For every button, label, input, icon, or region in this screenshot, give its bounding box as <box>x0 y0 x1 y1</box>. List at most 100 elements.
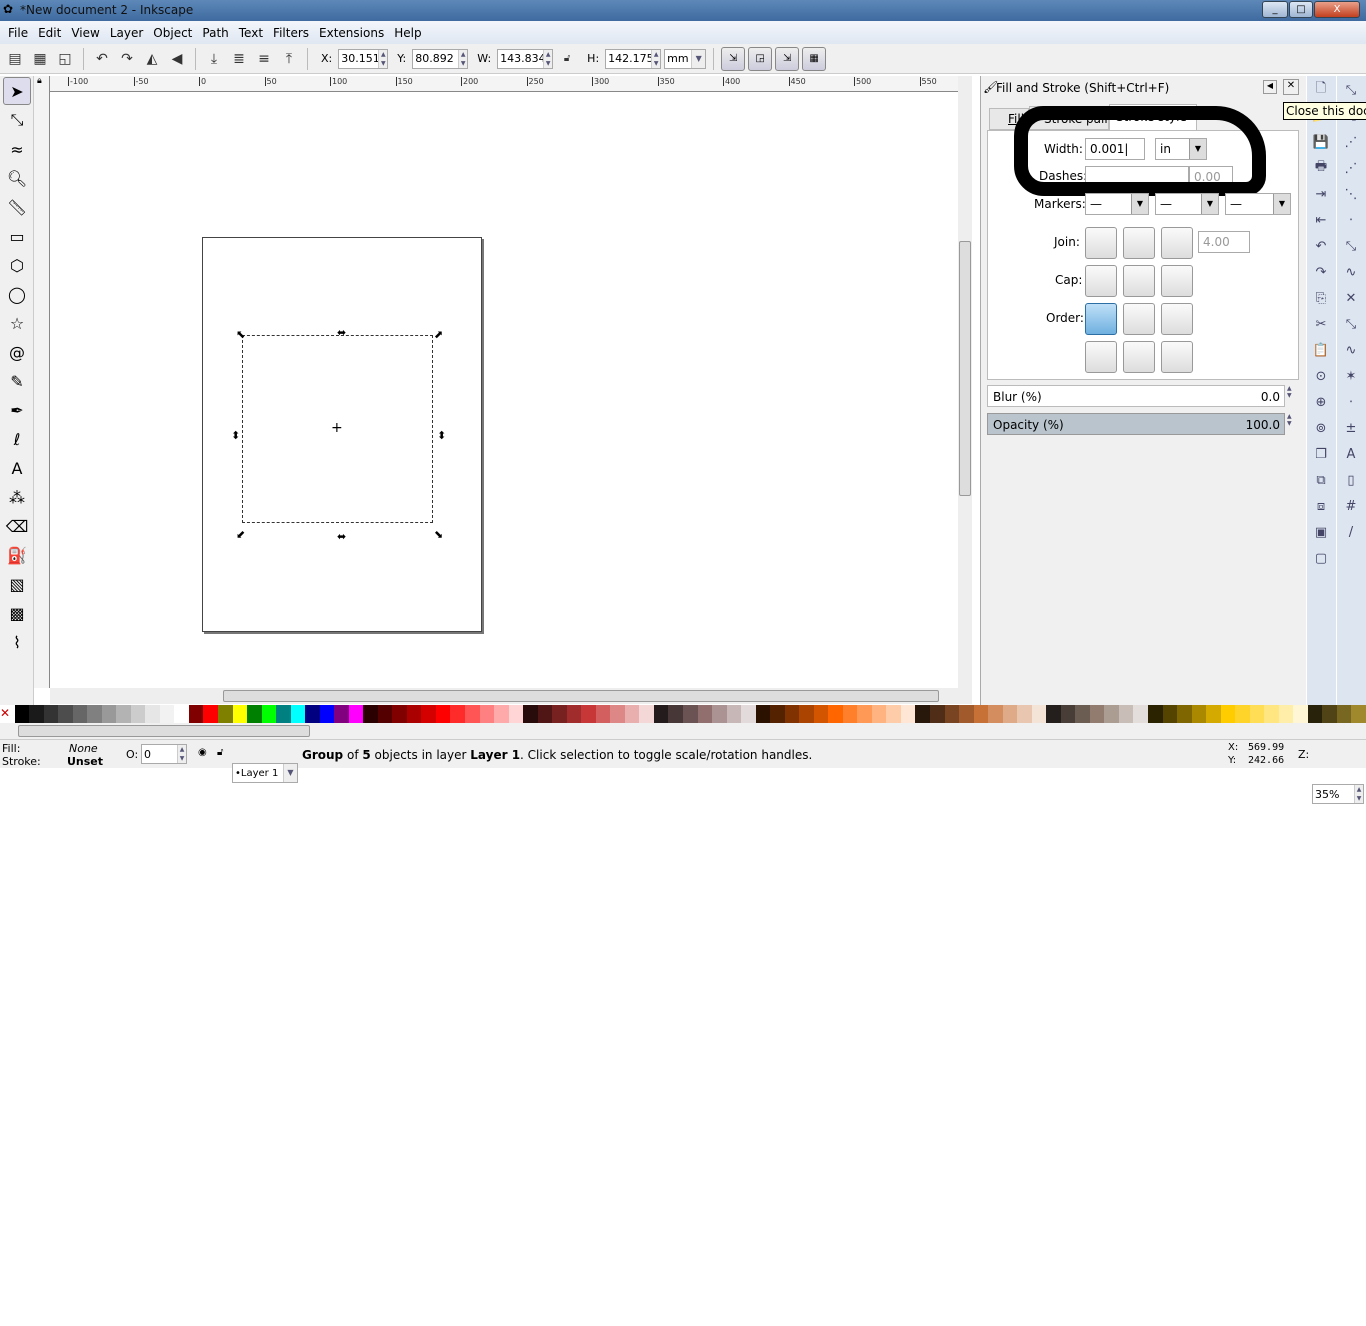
color-swatch[interactable] <box>363 705 378 723</box>
scale-handle[interactable]: ⬌ <box>337 326 346 339</box>
color-swatch[interactable] <box>886 705 901 723</box>
zoom-selection-icon[interactable]: ⊙ <box>1309 364 1333 388</box>
cap-round-button[interactable] <box>1123 265 1155 297</box>
chevron-down-icon[interactable]: ▼ <box>691 49 706 68</box>
print-icon[interactable]: 🖶 <box>1309 156 1333 180</box>
lower-icon[interactable]: ≣ <box>228 48 250 70</box>
color-swatch[interactable] <box>465 705 480 723</box>
color-swatch[interactable] <box>1002 705 1018 723</box>
color-swatch[interactable] <box>726 705 742 723</box>
color-swatch[interactable] <box>639 705 654 723</box>
save-icon[interactable]: 💾 <box>1309 130 1333 154</box>
dropper-tool-icon[interactable]: ⌇ <box>3 628 31 656</box>
color-swatch[interactable] <box>1336 705 1352 723</box>
ungroup-icon[interactable]: ▢ <box>1309 546 1333 570</box>
color-swatch[interactable] <box>959 705 974 723</box>
color-swatch[interactable] <box>537 705 553 723</box>
scroll-thumb[interactable] <box>18 725 310 737</box>
vertical-scrollbar[interactable] <box>958 76 972 688</box>
color-swatch[interactable] <box>1278 705 1294 723</box>
zoom-tool-icon[interactable]: 🔍︎ <box>3 164 31 192</box>
scale-stroke-toggle[interactable]: ⇲ <box>721 46 746 71</box>
deselect-icon[interactable]: ◱ <box>54 48 76 70</box>
color-swatch[interactable] <box>1133 705 1148 723</box>
rotate-cw-icon[interactable]: ↷ <box>116 48 138 70</box>
h-input[interactable]: 142.175 ▲ ▼ <box>605 48 662 69</box>
end-marker-select[interactable]: — ▼ <box>1225 193 1291 215</box>
color-swatch[interactable] <box>668 705 683 723</box>
unit-select[interactable]: mm ▼ <box>664 48 707 69</box>
color-swatch[interactable] <box>435 705 451 723</box>
import-icon[interactable]: ⇥ <box>1309 182 1333 206</box>
color-swatch[interactable] <box>566 705 582 723</box>
color-swatch[interactable] <box>900 705 916 723</box>
snap-guide-icon[interactable]: / <box>1339 520 1363 544</box>
bucket-tool-icon[interactable]: ⛽ <box>3 541 31 569</box>
color-swatch[interactable] <box>1162 705 1178 723</box>
flip-horizontal-icon[interactable]: ◭ <box>141 48 163 70</box>
rect-tool-icon[interactable]: ▭ <box>3 222 31 250</box>
select-all-layers-icon[interactable]: ▦ <box>29 48 51 70</box>
h-spinner[interactable]: ▲ ▼ <box>651 49 661 68</box>
color-swatch[interactable] <box>305 705 320 723</box>
color-swatch[interactable] <box>523 705 538 723</box>
snap-toggle-icon[interactable]: ⤡ <box>1339 78 1363 102</box>
color-swatch[interactable] <box>1075 705 1090 723</box>
order-button-3[interactable] <box>1161 303 1193 335</box>
stroke-value[interactable]: Unset <box>67 755 103 768</box>
color-swatch[interactable] <box>1307 705 1323 723</box>
canvas[interactable]: + ⬉ ⬌ ⬈ ⬍ ⬍ ⬋ ⬌ ⬊ <box>50 92 958 688</box>
close-button[interactable]: X <box>1314 1 1360 18</box>
color-swatch[interactable] <box>392 705 407 723</box>
menu-file[interactable]: File <box>8 26 28 40</box>
color-swatch[interactable] <box>610 705 625 723</box>
snap-intersections-icon[interactable]: ✕ <box>1339 286 1363 310</box>
menu-path[interactable]: Path <box>202 26 228 40</box>
color-swatch[interactable] <box>784 705 800 723</box>
transform-patterns-toggle[interactable]: ▦ <box>802 46 827 71</box>
color-swatch[interactable] <box>58 705 73 723</box>
calligraphy-tool-icon[interactable]: ℓ <box>3 425 31 453</box>
color-swatch[interactable] <box>1031 705 1047 723</box>
snap-page-icon[interactable]: ▯ <box>1339 468 1363 492</box>
color-swatch[interactable] <box>87 705 102 723</box>
color-swatch[interactable] <box>595 705 611 723</box>
start-marker-select[interactable]: — ▼ <box>1085 193 1149 215</box>
snap-bbox-midpoint-icon[interactable]: ⋱ <box>1339 182 1363 206</box>
snap-text-baseline-icon[interactable]: A <box>1339 442 1363 466</box>
color-swatch[interactable] <box>581 705 596 723</box>
x-spinner[interactable]: ▲ ▼ <box>378 49 388 68</box>
zoom-page-icon[interactable]: ⊚ <box>1309 416 1333 440</box>
w-spinner[interactable]: ▲ ▼ <box>543 49 553 68</box>
snap-rotation-center-icon[interactable]: ± <box>1339 416 1363 440</box>
menu-view[interactable]: View <box>71 26 99 40</box>
scale-corners-toggle[interactable]: ◲ <box>748 46 773 71</box>
join-bevel-button[interactable] <box>1123 227 1155 259</box>
no-paint-swatch[interactable]: ✕ <box>0 705 15 723</box>
color-swatch[interactable] <box>871 705 887 723</box>
color-swatch[interactable] <box>1089 705 1105 723</box>
layer-visibility-icon[interactable]: ◉ <box>198 747 207 758</box>
color-swatch[interactable] <box>552 705 567 723</box>
menu-object[interactable]: Object <box>153 26 192 40</box>
order-button-1[interactable] <box>1085 303 1117 335</box>
scale-handle[interactable]: ⬍ <box>231 429 240 442</box>
redo-icon[interactable]: ↷ <box>1309 260 1333 284</box>
color-swatch[interactable] <box>188 705 204 723</box>
color-swatch[interactable] <box>247 705 262 723</box>
menu-edit[interactable]: Edit <box>38 26 61 40</box>
undo-icon[interactable]: ↶ <box>1309 234 1333 258</box>
color-swatch[interactable] <box>1322 705 1337 723</box>
color-swatch[interactable] <box>29 705 44 723</box>
color-swatch[interactable] <box>828 705 843 723</box>
cut-icon[interactable]: ✂ <box>1309 312 1333 336</box>
mesh-tool-icon[interactable]: ▩ <box>3 599 31 627</box>
color-swatch[interactable] <box>479 705 495 723</box>
group-icon[interactable]: ▣ <box>1309 520 1333 544</box>
color-swatch[interactable] <box>1206 705 1221 723</box>
color-swatch[interactable] <box>930 705 945 723</box>
mid-marker-select[interactable]: — ▼ <box>1155 193 1219 215</box>
snap-smooth-icon[interactable]: ∿ <box>1339 338 1363 362</box>
clone-icon[interactable]: ⧉ <box>1309 468 1333 492</box>
snap-paths-icon[interactable]: ∿ <box>1339 260 1363 284</box>
